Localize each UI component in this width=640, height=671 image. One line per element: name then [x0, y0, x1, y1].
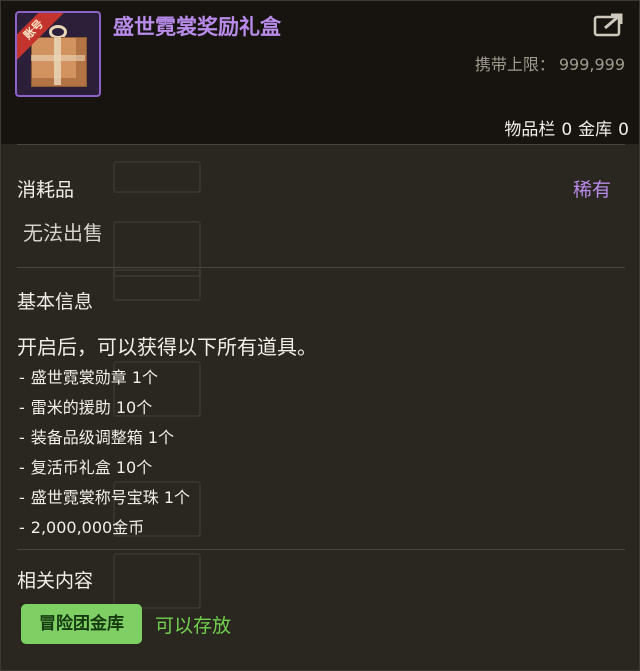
adventure-vault-button[interactable]: 冒险团金库 — [21, 604, 142, 644]
list-item: - 复活币礼盒 10个 — [19, 453, 190, 483]
reward-item: 盛世霓裳勋章 1个 — [30, 368, 159, 387]
gift-ribbon-vertical — [54, 37, 61, 85]
list-item: -2,000,000金币 — [19, 513, 190, 543]
item-tooltip: 账号 盛世霓裳奖励礼盒 携带上限： 999,999 物品栏 0 金库 0 消耗品 稀有 … — [0, 0, 640, 671]
divider — [17, 144, 625, 145]
inventory-count: 0 — [561, 120, 573, 140]
list-bullet: - — [19, 458, 25, 477]
basic-info-title: 基本信息 — [17, 291, 94, 313]
list-item: - 盛世霓裳勋章 1个 — [19, 363, 190, 393]
list-bullet: - — [19, 368, 25, 387]
vault-storable-status: 可以存放 — [155, 615, 232, 637]
item-category: 消耗品 — [17, 179, 75, 201]
list-bullet: - — [19, 398, 25, 417]
list-bullet: - — [19, 488, 25, 507]
reward-item: 装备品级调整箱 1个 — [30, 428, 175, 447]
reward-list: - 盛世霓裳勋章 1个 - 雷米的援助 10个 - 装备品级调整箱 1个 - 复活币礼盒… — [19, 363, 190, 543]
related-content-title: 相关内容 — [17, 570, 94, 592]
tooltip-header: 账号 盛世霓裳奖励礼盒 携带上限： 999,999 物品栏 0 金库 0 — [1, 1, 639, 144]
sell-status: 无法出售 — [23, 221, 103, 245]
item-rarity: 稀有 — [572, 179, 611, 201]
divider — [17, 549, 625, 550]
carry-limit-label: 携带上限： — [474, 55, 555, 74]
reward-item: 盛世霓裳称号宝珠 1个 — [30, 488, 191, 507]
ghost-slot — [113, 161, 201, 193]
list-item: - 雷米的援助 10个 — [19, 393, 190, 423]
inventory-label: 物品栏 — [504, 120, 556, 140]
share-icon[interactable] — [593, 11, 627, 37]
ghost-slot — [113, 553, 201, 609]
basic-info-description: 开启后，可以获得以下所有道具。 — [17, 335, 317, 359]
reward-item: 雷米的援助 10个 — [30, 398, 153, 417]
vault-label: 金库 — [578, 120, 613, 140]
gift-box-icon: 账号 — [15, 11, 101, 97]
reward-item: 复活币礼盒 10个 — [30, 458, 153, 477]
list-item: - 装备品级调整箱 1个 — [19, 423, 190, 453]
list-item: - 盛世霓裳称号宝珠 1个 — [19, 483, 190, 513]
carry-limit-value: 999,999 — [558, 55, 625, 74]
item-title: 盛世霓裳奖励礼盒 — [113, 15, 281, 39]
ghost-slot — [113, 269, 201, 301]
list-bullet: - — [19, 428, 25, 447]
vault-count: 0 — [618, 120, 629, 140]
divider — [17, 267, 625, 268]
gift-ribbon-horizontal — [31, 55, 85, 61]
reward-item: 2,000,000金币 — [30, 518, 145, 537]
carry-limit: 携带上限： 999,999 — [475, 51, 625, 75]
list-bullet: - — [19, 518, 25, 537]
storage-counts: 物品栏 0 金库 0 — [498, 115, 629, 140]
